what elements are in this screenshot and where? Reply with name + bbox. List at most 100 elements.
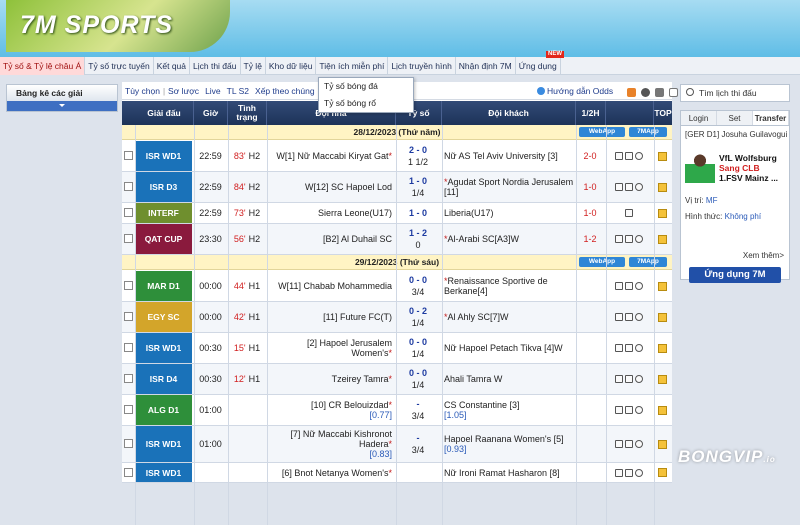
ball-icon[interactable] <box>635 183 643 191</box>
match-checkbox[interactable] <box>124 439 133 448</box>
tv-icon[interactable] <box>615 440 623 448</box>
league-badge[interactable]: ISR WD1 <box>135 141 192 171</box>
webapp-button[interactable]: WebApp <box>579 257 625 267</box>
col-time[interactable]: Giờ <box>194 101 228 125</box>
match-checkbox[interactable] <box>124 208 133 217</box>
stats-icon[interactable] <box>625 375 633 383</box>
see-more-link[interactable]: Xem thêm> <box>743 251 784 260</box>
match-score[interactable]: 1 - 0 <box>396 203 440 223</box>
match-score[interactable]: 1 - 2 0 <box>396 224 440 254</box>
away-team[interactable]: Nữ Ironi Ramat Hasharon [8] <box>442 463 574 482</box>
league-list-toggle[interactable] <box>7 101 117 111</box>
match-score[interactable]: - 3/4 <box>396 395 440 425</box>
list-icon[interactable] <box>669 88 678 97</box>
match-score[interactable]: 0 - 0 3/4 <box>396 271 440 301</box>
stats-icon[interactable] <box>625 152 633 160</box>
stats-icon[interactable] <box>625 468 633 477</box>
match-checkbox[interactable] <box>124 281 133 290</box>
pin-icon[interactable] <box>657 208 667 218</box>
league-badge[interactable]: ISR WD1 <box>135 426 192 462</box>
refresh-icon[interactable] <box>627 88 636 97</box>
ball-icon[interactable] <box>635 152 643 160</box>
nav-item[interactable]: Tiện ích miễn phí <box>316 57 389 75</box>
match-checkbox[interactable] <box>124 151 133 160</box>
league-badge[interactable]: EGY SC <box>135 302 192 332</box>
tab-set[interactable]: Set <box>717 111 753 125</box>
away-team[interactable]: *Agudat Sport Nordia Jerusalem [11] <box>442 172 574 202</box>
pin-icon[interactable] <box>657 182 667 192</box>
app-7m-button[interactable]: Ứng dụng 7M <box>689 267 781 283</box>
league-badge[interactable]: ISR WD1 <box>135 463 192 482</box>
home-team[interactable]: Tzeirey Tamra* <box>267 364 394 394</box>
away-team[interactable]: Nữ AS Tel Aviv University [3] <box>442 141 574 171</box>
away-team[interactable]: Liberia(U17) <box>442 203 574 223</box>
home-team[interactable]: [6] Bnot Netanya Women's* <box>267 463 394 482</box>
league-badge[interactable]: INTERF <box>135 203 192 223</box>
ball-icon[interactable] <box>635 282 643 290</box>
toolbar-item[interactable]: TL S2 <box>224 82 252 100</box>
nav-item[interactable]: Nhận định 7M <box>456 57 516 75</box>
match-checkbox[interactable] <box>124 467 133 477</box>
league-badge[interactable]: ISR D4 <box>135 364 192 394</box>
match-score[interactable]: 0 - 0 1/4 <box>396 364 440 394</box>
pin-icon[interactable] <box>657 151 667 161</box>
ball-icon[interactable] <box>635 235 643 243</box>
dropdown-item-basketball[interactable]: Tỷ số bóng rổ <box>319 95 413 112</box>
stats-icon[interactable] <box>625 344 633 352</box>
nav-item[interactable]: Ứng dụng <box>516 57 561 75</box>
match-checkbox[interactable] <box>124 374 133 383</box>
ball-icon[interactable] <box>635 375 643 383</box>
webapp-button[interactable]: WebApp <box>579 127 625 137</box>
home-team[interactable]: [11] Future FC(T) <box>267 302 394 332</box>
away-team[interactable]: *Al-Arabi SC[A3]W <box>442 224 574 254</box>
stats-icon[interactable] <box>625 313 633 321</box>
match-score[interactable] <box>396 463 440 482</box>
away-team[interactable]: *Al Ahly SC[7]W <box>442 302 574 332</box>
match-score[interactable]: 1 - 0 1/4 <box>396 172 440 202</box>
tv-icon[interactable] <box>615 406 623 414</box>
ball-icon[interactable] <box>635 344 643 352</box>
7mapp-button[interactable]: 7MApp <box>629 257 667 267</box>
nav-item[interactable]: Tỷ số trực tuyến <box>85 57 154 75</box>
home-team[interactable]: [2] Hapoel Jerusalem Women's* <box>267 333 394 363</box>
stats-icon[interactable] <box>625 406 633 414</box>
tv-icon[interactable] <box>615 375 623 383</box>
toolbar-item[interactable]: Sơ lược <box>165 82 202 100</box>
league-badge[interactable]: QAT CUP <box>135 224 192 254</box>
pin-icon[interactable] <box>657 312 667 322</box>
away-team[interactable]: Hapoel Raanana Women's [5] [0.93] <box>442 426 574 462</box>
nav-item[interactable]: Tỷ lệ <box>241 57 266 75</box>
site-logo[interactable]: 7M SPORTS <box>6 0 230 52</box>
tv-icon[interactable] <box>625 209 633 217</box>
match-checkbox[interactable] <box>124 182 133 191</box>
stats-icon[interactable] <box>625 183 633 191</box>
clock-icon[interactable] <box>641 88 650 97</box>
ball-icon[interactable] <box>635 468 643 477</box>
odds-guide-link[interactable]: Hướng dẫn Odds <box>537 82 613 100</box>
away-team[interactable]: Ahali Tamra W <box>442 364 574 394</box>
ball-icon[interactable] <box>635 313 643 321</box>
nav-item[interactable]: Tỷ số & Tỷ lệ châu Á <box>0 57 86 75</box>
7mapp-button[interactable]: 7MApp <box>629 127 667 137</box>
match-score[interactable]: 2 - 0 1 1/2 <box>396 141 440 171</box>
league-badge[interactable]: ISR D3 <box>135 172 192 202</box>
stats-icon[interactable] <box>625 235 633 243</box>
home-team[interactable]: [7] Nữ Maccabi Kishronot Hadera* [0.83] <box>267 426 394 462</box>
match-score[interactable]: - 3/4 <box>396 426 440 462</box>
home-team[interactable]: W[12] SC Hapoel Lod <box>267 172 394 202</box>
away-team[interactable]: *Renaissance Sportive de Berkane[4] <box>442 271 574 301</box>
match-score[interactable]: 0 - 0 1/4 <box>396 333 440 363</box>
match-score[interactable]: 0 - 2 1/4 <box>396 302 440 332</box>
home-team[interactable]: Sierra Leone(U17) <box>267 203 394 223</box>
nav-item[interactable]: Kết quả <box>154 57 191 75</box>
pin-icon[interactable] <box>657 468 667 477</box>
match-checkbox[interactable] <box>124 343 133 352</box>
pin-icon[interactable] <box>657 405 667 415</box>
toolbar-item[interactable]: Tùy chọn <box>122 82 163 100</box>
pin-icon[interactable] <box>657 281 667 291</box>
tv-icon[interactable] <box>615 235 623 243</box>
tv-icon[interactable] <box>615 152 623 160</box>
pin-icon[interactable] <box>657 374 667 384</box>
ball-icon[interactable] <box>635 406 643 414</box>
toolbar-item[interactable]: Xếp theo chúng <box>252 82 318 100</box>
